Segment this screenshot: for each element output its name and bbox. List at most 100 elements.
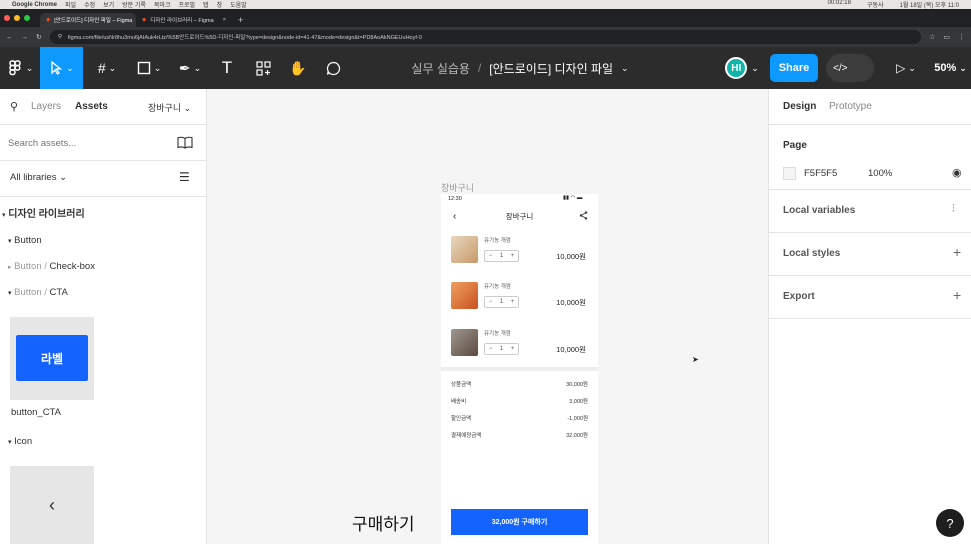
menu-bookmarks[interactable]: 북마크 [154,0,171,9]
file-name[interactable]: [안드로이드] 디자인 파일 [489,60,613,77]
help-button[interactable]: ? [936,509,964,537]
cart-item[interactable]: 유기농 개껌 −1 + 10,000원 [441,228,598,272]
frame-name-label[interactable]: 장바구니 [441,181,474,194]
page-opacity[interactable]: 100% [868,168,892,179]
present-button[interactable]: ▷ ⌄ [890,47,922,89]
hand-tool-button[interactable]: ✋ [285,47,311,89]
user-badge[interactable]: 구동사 [867,0,884,9]
tab-assets[interactable]: Assets [75,101,108,112]
address-bar[interactable]: ⚲ figma.com/file/usNr8hu3mu6jAIAuk4rLtz/… [49,30,922,44]
summary-value: 30,000원 [566,382,588,388]
quantity-stepper[interactable]: −1 + [484,250,519,262]
shape-tool-button[interactable]: ⌄ [131,47,167,89]
cart-item[interactable]: 유기농 개껌 −1 + 10,000원 [441,321,598,365]
menu-help[interactable]: 도움말 [230,0,247,9]
cart-screen-frame[interactable]: 12:30 ▮▮ ◠ ▬ ‹ 장바구니 유기농 개껌 −1 + 10,000원 유… [441,194,598,544]
local-styles-row[interactable]: Local styles + [769,233,971,276]
dev-mode-toggle[interactable]: </> [826,54,874,82]
cta-component-thumbnail[interactable]: 라벨 [10,317,94,400]
chevron-down-icon: ⌄ [751,62,759,73]
quantity-stepper[interactable]: −1 + [484,343,519,355]
plus-icon[interactable]: + [511,253,515,259]
maximize-window-icon[interactable] [24,15,30,21]
main-menu-button[interactable]: ⌄ [0,47,40,89]
minus-icon[interactable]: − [489,253,493,259]
search-assets-input[interactable] [8,135,158,151]
tree-checkbox[interactable]: ▸ Button / Check-box [8,261,95,272]
page-color-swatch[interactable] [783,167,796,180]
move-tool-button[interactable]: ⌄ [40,47,83,89]
browser-tab-design-file[interactable]: ◆ [안드로이드] 디자인 파일 – Figma × [40,13,136,27]
tab-prototype[interactable]: Prototype [829,101,872,112]
close-window-icon[interactable] [4,15,10,21]
chrome-menu-icon[interactable]: ⋮ [958,33,965,41]
site-info-icon[interactable]: ⚲ [58,34,62,40]
clock[interactable]: 1월 18일 (목) 오후 11:0 [899,0,959,9]
library-section[interactable]: ▾ 디자인 라이브러리 [0,205,85,220]
plus-icon[interactable]: + [511,299,515,305]
tree-cta[interactable]: ▾ Button / CTA [8,287,68,298]
panel-tabs: ⚲ Layers Assets 장바구니 ⌄ [0,89,206,125]
chevron-down-icon: ⌄ [153,62,162,73]
eye-icon[interactable]: ◉ [952,166,962,179]
library-book-icon[interactable] [177,136,193,149]
menu-edit[interactable]: 수정 [84,0,95,9]
menu-tab[interactable]: 탭 [203,0,209,9]
search-icon[interactable]: ⚲ [10,100,18,113]
cart-item[interactable]: 유기농 개껌 −1 + 10,000원 [441,274,598,318]
app-menu[interactable]: Google Chrome [12,2,57,8]
tree-icon[interactable]: ▾ Icon [8,436,32,447]
sidebar-icon[interactable]: ▭ [943,33,950,41]
page-selector[interactable]: 장바구니 ⌄ [148,101,191,114]
list-view-icon[interactable]: ☰ [179,170,190,184]
purchase-button[interactable]: 32,000원 구매하기 [451,509,588,535]
add-icon[interactable]: + [953,287,961,303]
export-row[interactable]: Export + [769,276,971,319]
canvas-text-layer[interactable]: 구매하기 [352,510,415,535]
browser-tab-library[interactable]: ◆ 디자인 라이브러리 – Figma × [136,13,232,27]
minus-icon[interactable]: − [489,299,493,305]
asset-search [0,125,206,161]
frame-tool-button[interactable]: # ⌄ [89,47,125,89]
menu-view[interactable]: 보기 [103,0,114,9]
back-icon[interactable]: ← [6,34,13,41]
minus-icon[interactable]: − [489,346,493,352]
close-tab-icon[interactable]: × [223,17,226,23]
summary-row: 할인금액 -1,000원 [451,414,588,422]
minimize-window-icon[interactable] [14,15,20,21]
page-color-value[interactable]: F5F5F5 [804,168,837,179]
project-name[interactable]: 실무 실습용 [411,60,470,77]
menu-file[interactable]: 파일 [65,0,76,9]
chevron-down-icon[interactable]: ⌄ [621,63,629,74]
record-timer[interactable]: 00:02:18 [828,0,851,9]
pen-tool-button[interactable]: ✒ ⌄ [172,47,208,89]
bookmark-star-icon[interactable]: ☆ [929,33,935,41]
share-icon[interactable] [579,211,588,220]
text-tool-button[interactable]: T [214,47,240,89]
menu-window[interactable]: 창 [217,0,223,9]
quantity-stepper[interactable]: −1 + [484,296,519,308]
menu-history[interactable]: 방문 기록 [122,0,146,9]
right-panel: Design Prototype Page F5F5F5 100% ◉ Loca… [768,89,971,544]
tab-design[interactable]: Design [783,101,816,112]
menu-profiles[interactable]: 프로필 [178,0,195,9]
zoom-menu[interactable]: 50% ⌄ [930,47,971,89]
local-variables-row[interactable]: Local variables ⫶ [769,190,971,233]
icon-component-thumbnail[interactable]: ‹ [10,466,94,544]
forward-icon[interactable]: → [21,34,28,41]
tab-layers[interactable]: Layers [31,101,61,112]
component-name[interactable]: button_CTA [11,407,61,418]
new-tab-button[interactable]: + [238,15,243,25]
tree-button[interactable]: ▾ Button [8,235,42,246]
resources-button[interactable] [250,47,276,89]
share-button[interactable]: Share [770,54,818,82]
avatar-menu[interactable]: HI ⌄ [722,47,762,89]
comment-tool-button[interactable] [320,47,346,89]
variables-icon[interactable]: ⫶ [952,203,955,216]
summary-label: 결제예정금액 [451,433,482,439]
add-icon[interactable]: + [953,244,961,260]
all-libraries-dropdown[interactable]: All libraries ⌄ [10,172,67,183]
plus-icon[interactable]: + [511,346,515,352]
reload-icon[interactable]: ↻ [36,33,42,41]
product-name: 유기농 개껌 [484,331,511,337]
